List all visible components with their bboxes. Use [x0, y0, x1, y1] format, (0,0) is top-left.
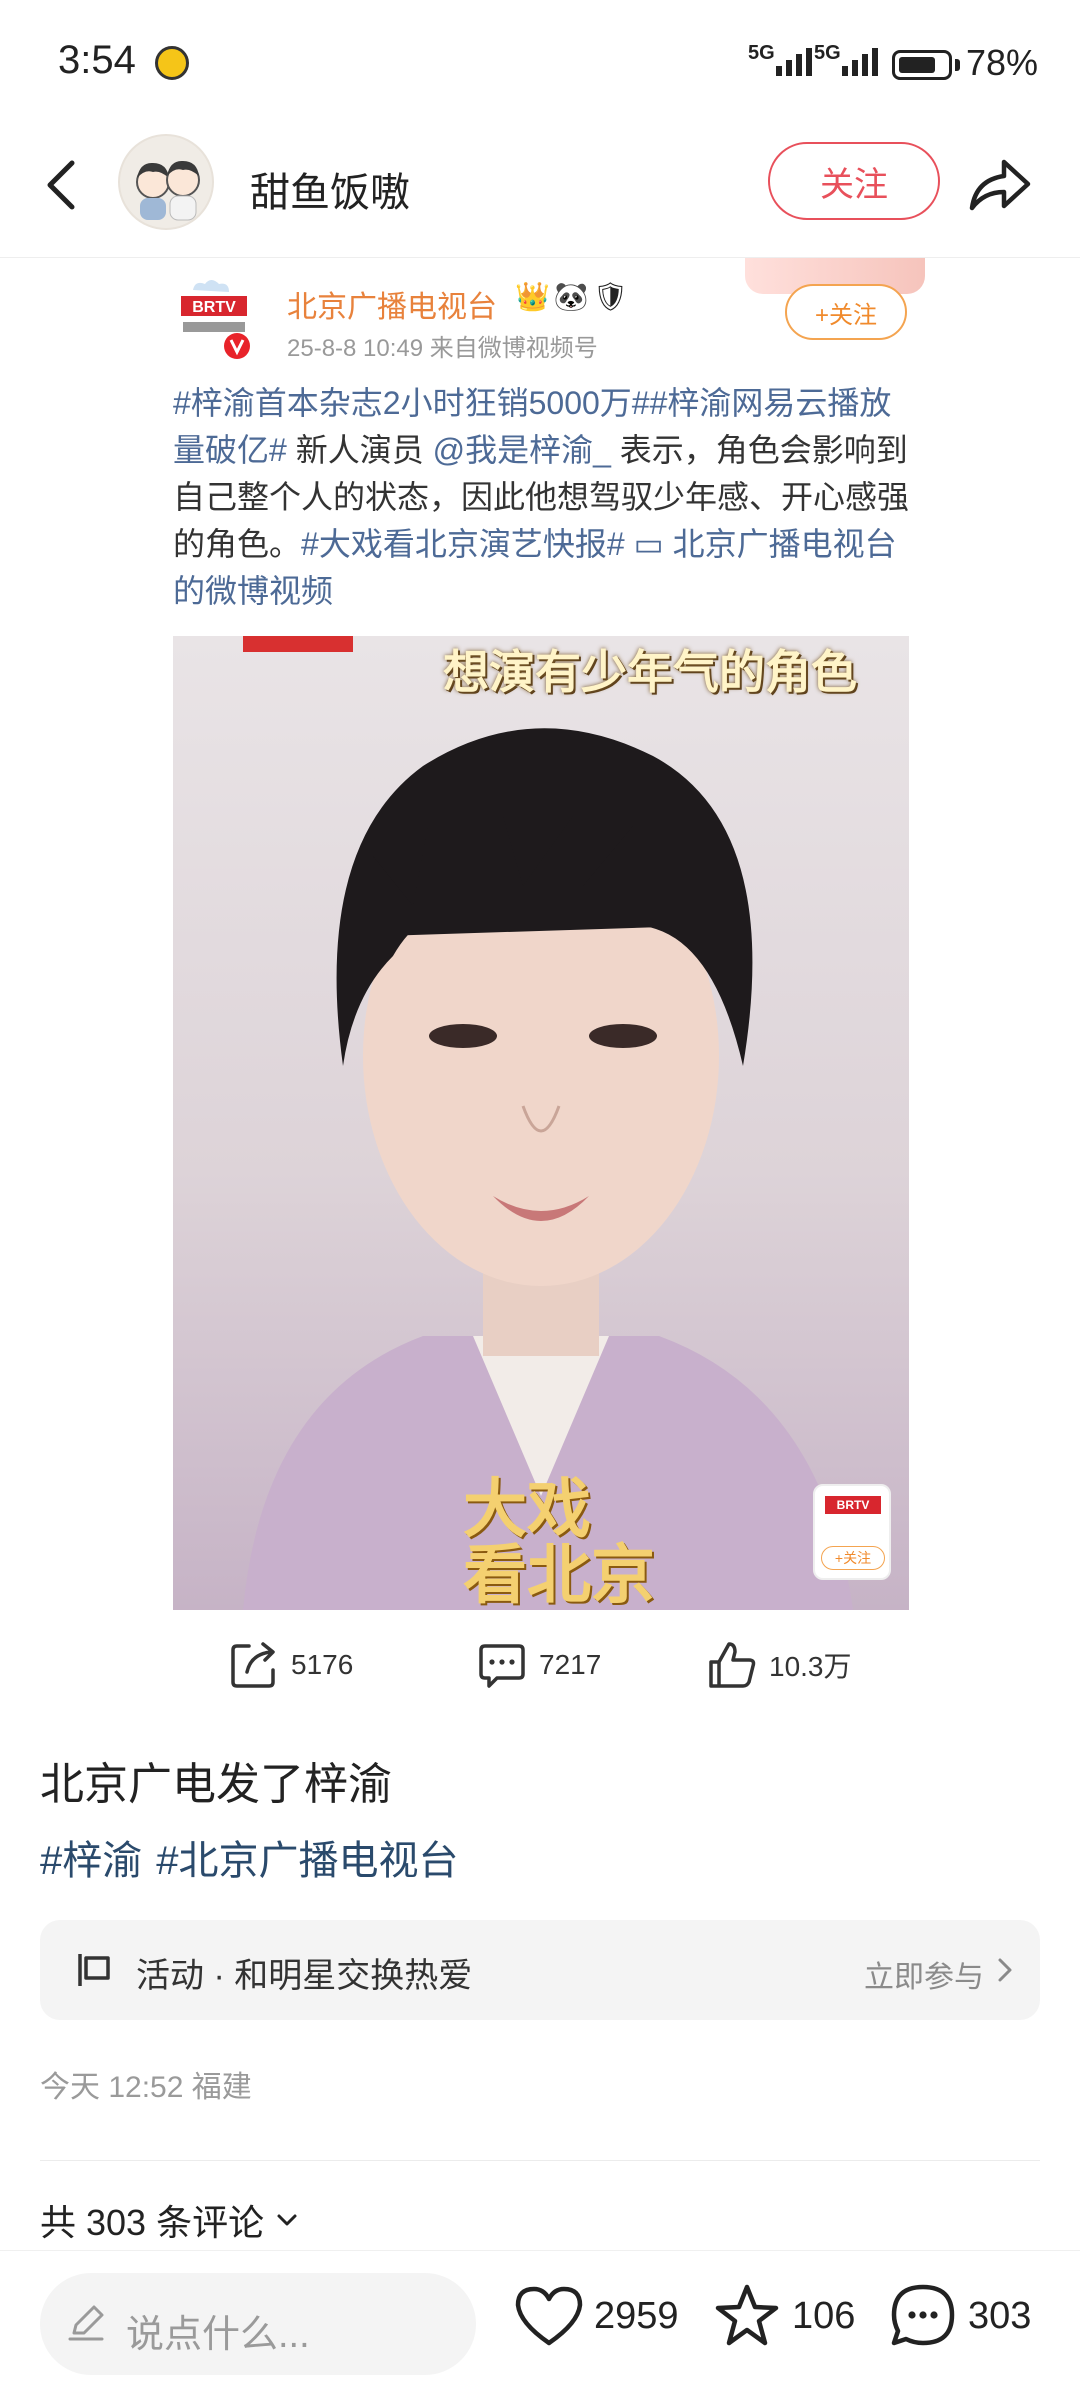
notification-app-icon [155, 46, 189, 80]
video-corner-follow: +关注 [821, 1546, 885, 1570]
embedded-post-image[interactable]: BRTV 北京广播电视台 👑🐼🛡 25-8-8 10:49 来自微博视频号 +关… [145, 258, 940, 1610]
comments-count-label: 共 303 条评论 [40, 2202, 265, 2243]
embed-text-segment: 新人演员 [286, 432, 433, 468]
brtv-logo-text: BRTV [192, 299, 236, 316]
comment-bubble-icon [479, 1644, 525, 1688]
post-title: 北京广电发了梓渝 [40, 1760, 392, 1809]
divider [40, 2160, 1040, 2161]
author-avatar[interactable] [118, 134, 214, 230]
chevron-left-icon [47, 160, 75, 210]
post-tag[interactable]: #北京广播电视台 [156, 1828, 458, 1886]
video-stamp-line: 看北京 [463, 1539, 655, 1610]
embed-comment-count: 7217 [539, 1649, 602, 1680]
embed-repost-count: 5176 [291, 1649, 354, 1680]
follow-button[interactable]: 关注 [768, 142, 940, 220]
video-corner-badge: BRTV +关注 [813, 1484, 891, 1580]
embed-author-name: 北京广播电视台 [287, 291, 497, 324]
heart-icon [515, 2286, 583, 2346]
battery-icon [892, 50, 952, 80]
video-camera-icon: ▭ [624, 526, 664, 562]
like-button[interactable]: 2959 [512, 2281, 679, 2351]
comment-input[interactable]: 说点什么... [40, 2273, 476, 2375]
activity-banner[interactable]: 活动 · 和明星交换热爱 立即参与 [40, 1920, 1040, 2020]
thumbs-up-icon [709, 1642, 756, 1688]
embed-comment-stat: 7217 [475, 1638, 601, 1692]
comment-button[interactable]: 303 [886, 2281, 1031, 2351]
activity-join-link[interactable]: 立即参与 [864, 1952, 984, 1996]
share-arrow-icon [969, 159, 1031, 211]
avatar-illustration [136, 160, 200, 221]
favorite-button[interactable]: 106 [710, 2281, 855, 2351]
network-type-2: 5G [814, 42, 841, 64]
post-tag[interactable]: #梓渝 [40, 1828, 142, 1886]
comments-sort-toggle[interactable]: 共 303 条评论 [40, 2194, 300, 2246]
activity-label: 活动 · 和明星交换热爱 [136, 1957, 473, 1995]
video-corner-logo: BRTV [825, 1496, 881, 1514]
video-stamp-line: 大戏 [463, 1473, 591, 1545]
embed-post-text: #梓渝首本杂志2小时狂销5000万##梓渝网易云播放量破亿# 新人演员 @我是梓… [173, 380, 913, 615]
battery-level [899, 57, 935, 73]
post-time-location: 今天 12:52 福建 [40, 2071, 252, 2104]
network-type-1: 5G [748, 42, 775, 64]
embed-like-stat: 10.3万 [705, 1638, 852, 1692]
embed-stats-row: 5176 7217 10.3万 [145, 1630, 940, 1700]
battery-percent: 78% [966, 42, 1039, 83]
signal-icon-2 [842, 44, 878, 76]
topic-tag: #梓渝首本杂志2小时狂销5000万# [173, 385, 650, 421]
repost-icon [231, 1642, 275, 1688]
embed-follow-button: +关注 [785, 284, 907, 340]
embed-like-count: 10.3万 [769, 1651, 852, 1682]
chevron-right-icon [998, 1958, 1012, 1982]
star-icon [715, 2284, 779, 2346]
author-name[interactable]: 甜鱼饭嗷 [250, 160, 410, 218]
pen-icon [68, 2305, 104, 2341]
comment-bubble-icon [891, 2284, 955, 2346]
topic-tag: #大戏看北京演艺快报# [301, 526, 625, 562]
signal-icon-1 [776, 44, 812, 76]
share-button[interactable] [964, 150, 1034, 220]
post-tags: #梓渝 #北京广播电视台 [40, 1828, 459, 1886]
favorite-count: 106 [792, 2294, 856, 2337]
activity-flag-icon [78, 1954, 110, 1986]
chevron-down-icon [277, 2214, 297, 2226]
like-count: 2959 [594, 2294, 679, 2337]
back-button[interactable] [34, 155, 94, 215]
video-frame: 想演有少年气的角色 大戏 看北京 BRTV +关注 [173, 636, 909, 1610]
battery-tip [955, 59, 960, 71]
status-bar: 3:54 5G 5G 78% [0, 0, 1080, 120]
mention-link: @我是梓渝_ [432, 432, 611, 468]
comment-input-placeholder: 说点什么... [126, 2314, 310, 2356]
comment-count: 303 [968, 2294, 1032, 2337]
bottom-action-bar: 说点什么... 2959 106 303 [0, 2250, 1080, 2400]
embed-author-badges: 👑🐼🛡 [515, 281, 633, 312]
embed-post-meta: 25-8-8 10:49 来自微博视频号 [287, 335, 598, 362]
embed-repost-stat: 5176 [227, 1638, 353, 1692]
post-header: 甜鱼饭嗷 关注 [0, 120, 1080, 258]
video-stamp: 大戏 看北京 [463, 1476, 655, 1608]
brtv-logo: BRTV [173, 276, 259, 362]
person-portrait [243, 728, 853, 1610]
status-time: 3:54 [58, 38, 136, 82]
